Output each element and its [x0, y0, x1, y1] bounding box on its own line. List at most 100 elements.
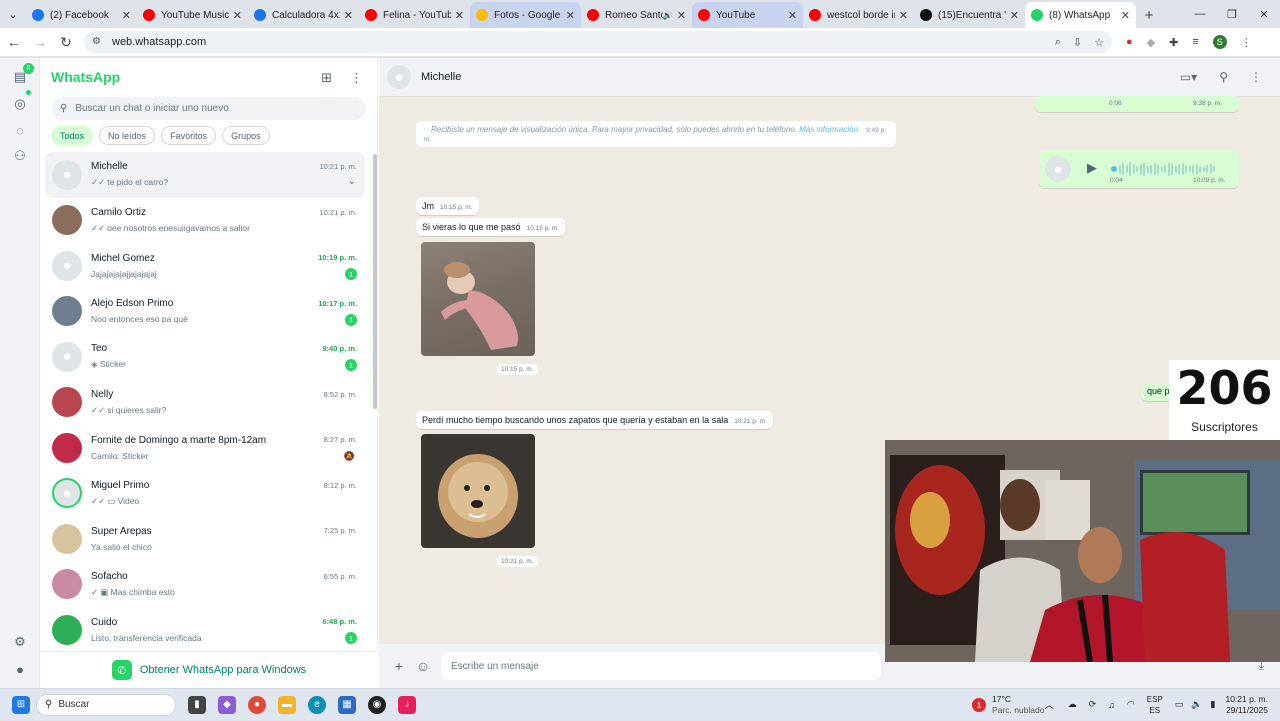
chat-list-item[interactable]: Cuido Listo, transferencia verificada 6:48… [45, 607, 365, 653]
incoming-image-child[interactable] [421, 242, 535, 356]
new-tab-button[interactable]: + [1136, 2, 1162, 28]
browser-tab[interactable]: Calculadora 4x10 ✕ [248, 2, 359, 28]
browser-tab[interactable]: YouTube ✕ [692, 2, 803, 28]
chat-avatar[interactable]: ● [52, 341, 82, 372]
video-call-icon[interactable]: ▭▾ [1180, 70, 1197, 84]
close-tab-icon[interactable]: ✕ [1121, 9, 1130, 22]
cloud-icon[interactable]: ☁ [1068, 699, 1077, 710]
filter-chip[interactable]: Favoritos [161, 126, 217, 145]
filter-chip[interactable]: No leídos [99, 126, 156, 145]
tiktok-icon[interactable]: ♪ [398, 695, 416, 714]
close-tab-icon[interactable]: ✕ [899, 9, 908, 22]
wifi-icon[interactable]: ◠ [1127, 699, 1135, 710]
chat-avatar[interactable] [52, 205, 82, 236]
chat-list-item[interactable]: ● Michel Gomez Jajajajajajjajajajaj 10:19 p… [45, 243, 365, 289]
browser-tab[interactable]: westcol borde in ✕ [803, 2, 914, 28]
chat-avatar[interactable] [52, 432, 82, 463]
close-tab-icon[interactable]: ✕ [455, 9, 464, 22]
browser-tab[interactable]: (8) WhatsApp ✕ [1025, 2, 1136, 28]
settings-icon[interactable]: ⚙ [10, 632, 30, 652]
conversation-menu-icon[interactable]: ⋮ [1250, 70, 1262, 84]
chat-list-item[interactable]: Nelly ✓✓ si quieres salir? 8:52 p. m. [45, 380, 365, 426]
close-tab-icon[interactable]: ✕ [122, 9, 131, 22]
close-tab-icon[interactable]: ✕ [566, 9, 575, 22]
minimize-icon[interactable]: — [1184, 0, 1216, 28]
attach-plus-icon[interactable]: + [387, 654, 411, 678]
chat-list-item[interactable]: Alejo Edson Primo Noo entonces eso pa qué… [45, 289, 365, 335]
app-icon[interactable]: ◉ [368, 695, 386, 714]
clock[interactable]: 10:21 p. m. 29/11/2025 [1225, 694, 1268, 716]
filter-chip[interactable]: Grupos [222, 126, 270, 145]
more-info-link[interactable]: Más información [799, 125, 858, 134]
media-control-icon[interactable]: ≡ [1192, 36, 1198, 48]
chat-list-item[interactable]: Camilo Ortiz ✓✓ oee nosotros enesuiigavamo… [45, 198, 365, 244]
chat-avatar[interactable] [52, 614, 82, 645]
profile-avatar[interactable]: S [1212, 35, 1227, 49]
zoom-icon[interactable]: ⌕ [1055, 36, 1061, 49]
file-explorer-icon[interactable]: ▬ [278, 695, 296, 714]
contact-avatar[interactable]: ● [387, 65, 411, 89]
chat-list-scrollbar[interactable] [373, 154, 377, 409]
contact-name[interactable]: Michelle [421, 71, 461, 83]
back-button[interactable]: ← [2, 30, 26, 54]
volume-icon[interactable]: 🔈 [1191, 699, 1202, 710]
status-icon[interactable]: ◎ [10, 94, 30, 114]
chat-list-item[interactable]: ● Miguel Primo ✓✓ ▭ Video 8:12 p. m. [45, 471, 365, 517]
chat-avatar[interactable] [52, 296, 82, 327]
new-chat-icon[interactable]: ⊞ [321, 70, 332, 86]
opera-extension-icon[interactable]: ● [1126, 36, 1133, 48]
chat-list-item[interactable]: Fornite de Domingo a marte 8pm-12am Camil… [45, 425, 365, 471]
communities-icon[interactable]: ⚇ [10, 146, 30, 166]
voice-message-outgoing[interactable]: ● ▶ 0:04 10:09 p. m. [1039, 150, 1239, 188]
reload-button[interactable]: ↻ [54, 30, 78, 54]
browser-tab[interactable]: YouTube Music ✕ [137, 2, 248, 28]
voice-message-outgoing[interactable]: 0:06 9:38 p. m. [1035, 96, 1239, 112]
incoming-message[interactable]: Perdí mucho tiempo buscando unos zapatos… [416, 411, 773, 429]
close-tab-icon[interactable]: ✕ [1010, 9, 1019, 22]
close-tab-icon[interactable]: ✕ [677, 9, 686, 22]
chrome-icon[interactable]: ● [248, 695, 266, 714]
conversation-header[interactable]: ● Michelle ▭▾ ⚲ ⋮ [379, 58, 1280, 97]
incoming-message[interactable]: Jm 10:15 p. m. [416, 197, 479, 215]
mic-icon[interactable]: ♫ [1108, 700, 1115, 710]
chat-avatar[interactable] [52, 569, 82, 600]
install-app-icon[interactable]: ⇩ [1073, 36, 1082, 49]
emoji-icon[interactable]: ☺ [411, 654, 435, 678]
language-indicator[interactable]: ESP ES [1147, 694, 1163, 716]
close-window-icon[interactable]: ✕ [1248, 0, 1280, 28]
profile-icon[interactable]: ● [10, 659, 30, 679]
sync-icon[interactable]: ⟳ [1089, 699, 1097, 710]
chevron-down-icon[interactable]: ⌄ [348, 176, 356, 187]
browser-tab[interactable]: Fotos - Google Fo ✕ [470, 2, 581, 28]
store-icon[interactable]: ▦ [338, 695, 356, 714]
chat-avatar[interactable] [52, 387, 82, 418]
extension-icon[interactable]: ◆ [1147, 36, 1155, 49]
menu-icon[interactable]: ⋮ [350, 70, 363, 86]
search-messages-icon[interactable]: ⚲ [1219, 70, 1228, 84]
weather-widget[interactable]: 1 17°C Parc. nublado [972, 689, 1044, 721]
channels-icon[interactable]: ◌ [10, 120, 30, 140]
tab-audio-icon[interactable]: 🔊 [663, 11, 673, 20]
tab-search-button[interactable]: ⌄ [0, 0, 26, 28]
browser-tab[interactable]: Felina - YouTube ✕ [359, 2, 470, 28]
chat-list-item[interactable]: Super Arepas Ya salió el chico 7:25 p. m. [45, 516, 365, 562]
get-whatsapp-windows-link[interactable]: ✆ Obtener WhatsApp para Windows [40, 651, 378, 688]
task-view-icon[interactable]: ▮ [188, 695, 206, 714]
copilot-icon[interactable]: ◆ [218, 695, 236, 714]
windows-start-icon[interactable]: ⊞ [12, 695, 30, 714]
close-tab-icon[interactable]: ✕ [344, 9, 353, 22]
message-input[interactable]: Escribe un mensaje [441, 652, 881, 680]
forward-button[interactable]: → [28, 30, 52, 54]
bookmark-star-icon[interactable]: ☆ [1094, 36, 1104, 49]
browser-tab[interactable]: (15)Encuentra 'jh ✕ [914, 2, 1025, 28]
battery-icon[interactable]: ▮ [1211, 699, 1216, 710]
close-tab-icon[interactable]: ✕ [233, 9, 242, 22]
extensions-puzzle-icon[interactable]: ✚ [1169, 36, 1178, 49]
edge-icon[interactable]: e [308, 695, 326, 714]
chat-avatar[interactable]: ● [52, 250, 82, 281]
tray-overflow-icon[interactable]: ︿ [1045, 698, 1054, 711]
browser-tab[interactable]: Romeo Santo 🔊 ✕ [581, 2, 692, 28]
play-icon[interactable]: ▶ [1087, 160, 1097, 176]
chat-avatar[interactable]: ● [52, 478, 82, 509]
site-info-icon[interactable]: ⚙ [92, 36, 104, 48]
